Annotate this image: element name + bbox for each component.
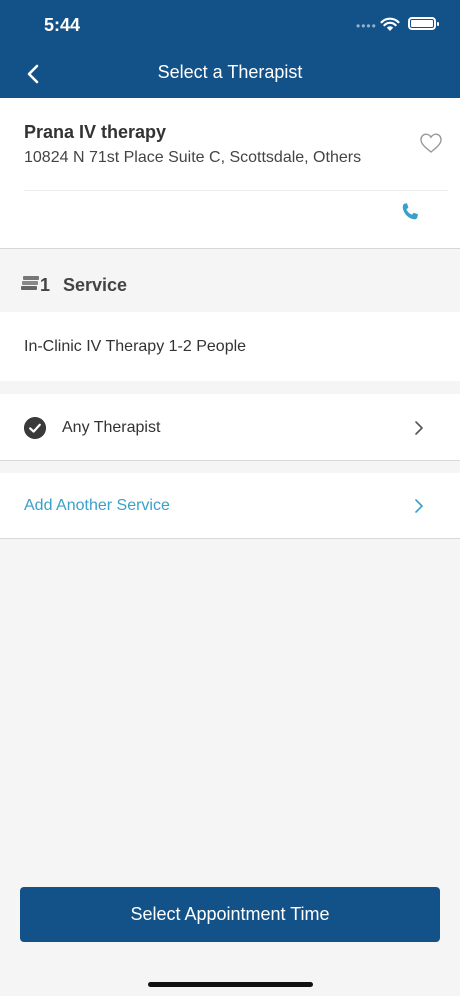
heart-icon[interactable] xyxy=(419,132,443,154)
signal-dots: •••• xyxy=(356,19,377,33)
clinic-name: Prana IV therapy xyxy=(24,122,167,142)
page-title: Select a Therapist xyxy=(157,62,303,82)
checkmark-icon xyxy=(24,417,46,439)
phone-icon[interactable] xyxy=(400,202,420,222)
chevron-right-icon xyxy=(415,421,423,435)
battery-icon xyxy=(408,17,439,30)
clinic-card: Prana IV therapy 10824 N 71st Place Suit… xyxy=(0,98,460,249)
wifi-icon xyxy=(380,17,400,31)
chevron-right-icon xyxy=(415,499,423,513)
services-stack-icon xyxy=(21,276,39,290)
add-service-label: Add Another Service xyxy=(24,497,170,514)
services-title: Service xyxy=(63,275,128,295)
home-indicator xyxy=(148,982,313,987)
top-bar: 5:44 •••• Select a Therapist xyxy=(0,0,460,98)
clinic-address: 10824 N 71st Place Suite C, Scottsdale, … xyxy=(24,149,362,166)
select-appointment-time-button[interactable]: Select Appointment Time xyxy=(20,887,440,942)
services-count: 1 xyxy=(40,275,51,295)
service-name: In-Clinic IV Therapy 1-2 People xyxy=(24,338,247,355)
therapist-label: Any Therapist xyxy=(62,419,161,436)
status-time: 5:44 xyxy=(44,15,81,35)
divider xyxy=(24,190,448,191)
